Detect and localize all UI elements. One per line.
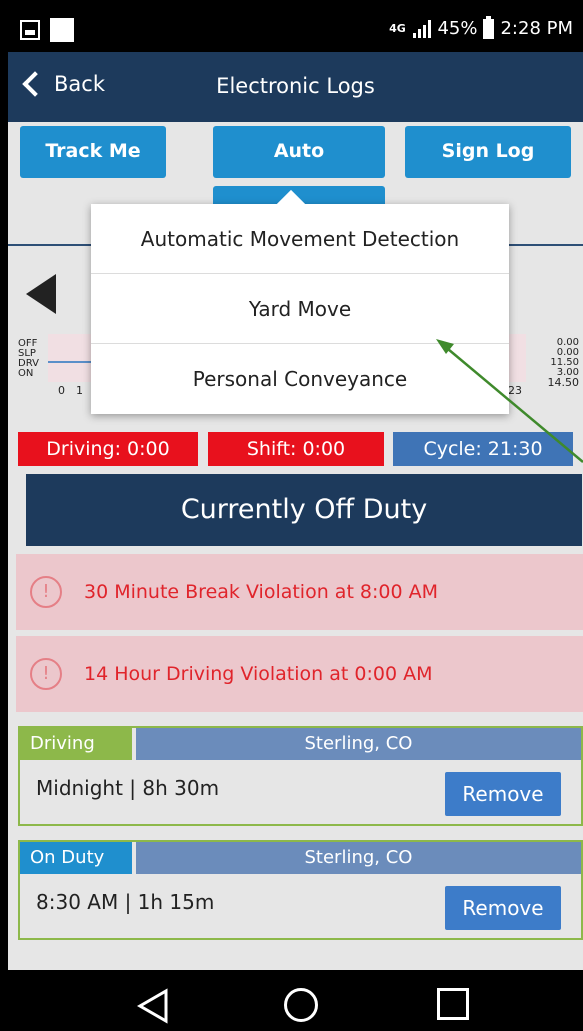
back-triangle-icon[interactable]	[136, 988, 172, 1024]
graph-grid-left	[48, 334, 92, 382]
violation-item[interactable]: ! 14 Hour Driving Violation at 0:00 AM	[16, 636, 583, 712]
graph-row-on: ON	[18, 368, 34, 379]
violation-item[interactable]: ! 30 Minute Break Violation at 8:00 AM	[16, 554, 583, 630]
page-title: Electronic Logs	[216, 74, 375, 98]
alert-circle-icon: !	[30, 576, 62, 608]
graph-drive-line	[48, 361, 92, 363]
shift-counter: Shift: 0:00	[208, 432, 384, 466]
graph-tick-0: 0	[58, 384, 65, 397]
battery-percent: 45%	[437, 18, 478, 39]
network-icon: 4G	[389, 22, 406, 35]
log-entry-type: On Duty	[20, 842, 132, 874]
android-nav-bar	[8, 970, 583, 1031]
log-entry: On Duty Sterling, CO 8:30 AM | 1h 15m Re…	[18, 840, 583, 940]
sign-log-button[interactable]: Sign Log	[405, 126, 571, 178]
current-status-banner[interactable]: Currently Off Duty	[26, 474, 582, 546]
recent-apps-square-icon[interactable]	[437, 988, 469, 1020]
app-screen: 4G 45% 2:28 PM Back Electronic Logs Trac…	[8, 8, 583, 1031]
battery-icon	[483, 15, 495, 39]
log-entry-type: Driving	[20, 728, 132, 760]
track-me-button[interactable]: Track Me	[20, 126, 166, 178]
status-bar: 4G 45% 2:28 PM	[8, 8, 583, 52]
clock: 2:28 PM	[500, 18, 573, 39]
graph-row-labels: OFF SLP DRV ON	[18, 339, 39, 379]
gallery-icon	[20, 20, 40, 40]
home-circle-icon[interactable]	[284, 988, 318, 1022]
driving-counter: Driving: 0:00	[18, 432, 198, 466]
log-entry: Driving Sterling, CO Midnight | 8h 30m R…	[18, 726, 583, 826]
graph-row-totals: 0.00 0.00 11.50 3.00	[550, 338, 579, 378]
log-entry-time: Midnight | 8h 30m	[36, 776, 220, 800]
remove-button[interactable]: Remove	[445, 772, 561, 816]
signal-icon	[413, 19, 432, 38]
notification-icon	[50, 18, 74, 42]
violation-text: 14 Hour Driving Violation at 0:00 AM	[84, 663, 433, 685]
menu-item-yard-move[interactable]: Yard Move	[91, 274, 509, 344]
log-entry-location: Sterling, CO	[136, 842, 581, 874]
graph-tick-1: 1	[76, 384, 83, 397]
previous-day-arrow-icon[interactable]	[26, 274, 56, 314]
log-entry-time: 8:30 AM | 1h 15m	[36, 890, 215, 914]
auto-dropdown-menu: Automatic Movement Detection Yard Move P…	[91, 204, 509, 414]
graph-grand-total: 14.50	[547, 376, 580, 389]
graph-tick-23: 23	[508, 384, 522, 397]
remove-button[interactable]: Remove	[445, 886, 561, 930]
violation-text: 30 Minute Break Violation at 8:00 AM	[84, 581, 439, 603]
menu-item-automatic-movement-detection[interactable]: Automatic Movement Detection	[91, 204, 509, 274]
app-header: Back Electronic Logs	[8, 52, 583, 122]
log-entry-location: Sterling, CO	[136, 728, 581, 760]
alert-circle-icon: !	[30, 658, 62, 690]
auto-button[interactable]: Auto	[213, 126, 385, 178]
graph-grid-right	[508, 334, 526, 382]
menu-item-personal-conveyance[interactable]: Personal Conveyance	[91, 344, 509, 414]
cycle-counter: Cycle: 21:30	[393, 432, 573, 466]
